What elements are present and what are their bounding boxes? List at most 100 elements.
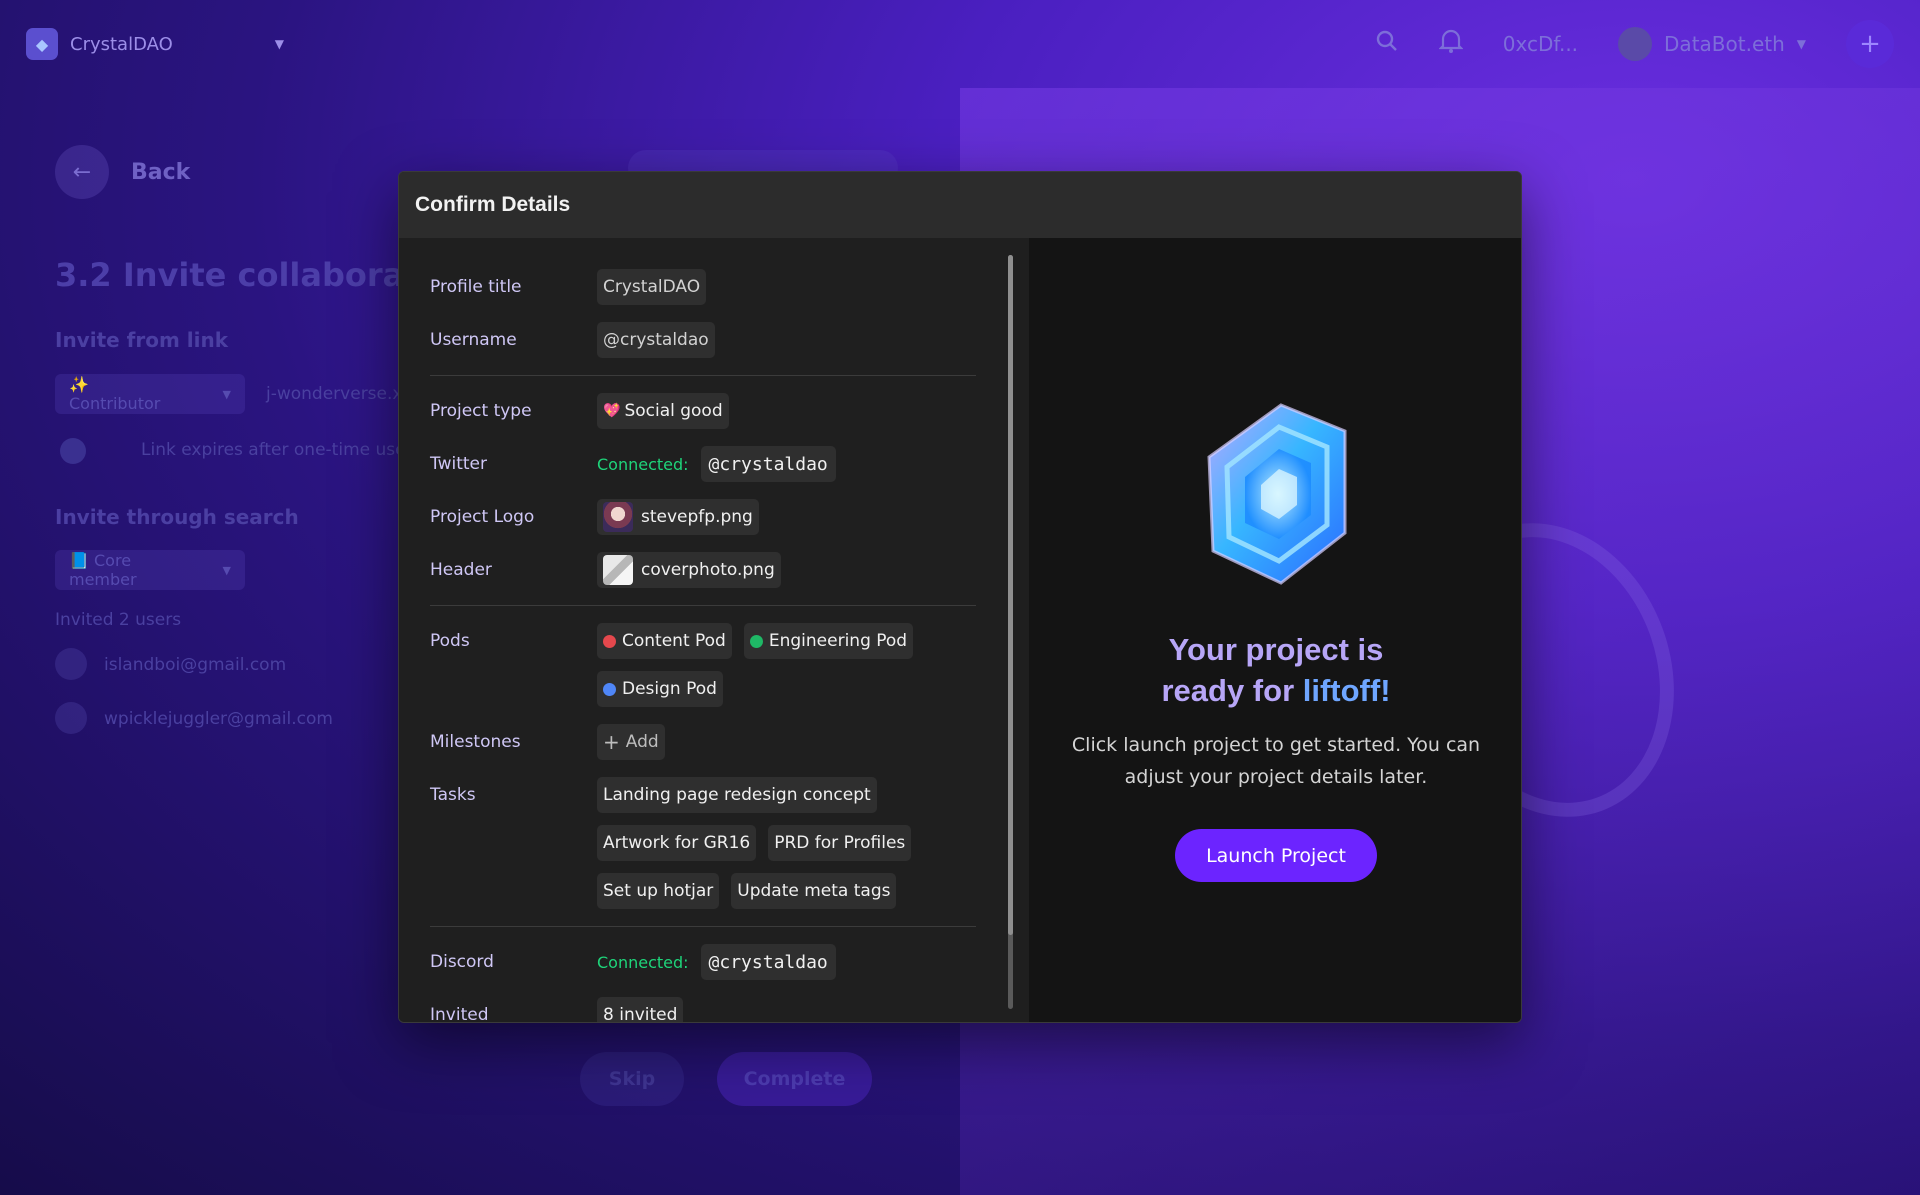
header-filename: coverphoto.png [641,560,775,580]
link-expiry-toggle[interactable] [60,438,86,464]
divider [430,926,976,927]
task-chip: PRD for Profiles [768,825,912,861]
divider [430,605,976,606]
role-label: ✨ Contributor [69,375,161,413]
ready-headline: Your project is ready for liftoff! [1126,629,1426,711]
create-button[interactable]: + [1846,20,1894,68]
chevron-down-icon: ▼ [1796,37,1806,51]
ready-headline-line-2: ready for liftoff! [1126,670,1426,711]
scrollbar-thumb[interactable] [1008,255,1013,935]
add-milestone-button[interactable]: + Add [597,724,665,760]
chevron-down-icon: ▼ [222,563,231,577]
invited-user: islandboi@gmail.com [104,655,287,675]
brand-name: CrystalDAO [70,33,173,55]
back-label: Back [131,159,191,185]
section-heading-link: Invite from link [55,328,229,352]
link-expiry-label: Link expires after one-time use [141,440,406,460]
field-invited: Invited 8 invited [430,997,976,1023]
pod-color-dot [749,634,763,648]
project-logo-file: stevepfp.png [597,499,759,535]
search-icon[interactable] [1375,29,1399,59]
task-chip: Artwork for GR16 [597,825,757,861]
field-label: Discord [430,952,494,972]
logo-thumbnail [603,502,633,532]
task-chip: Landing page redesign concept [597,777,877,813]
pod-chip: Design Pod [597,671,723,707]
field-label: Milestones [430,732,521,752]
discord-status: Connected: [597,952,689,972]
project-type-label: Social good [624,401,723,421]
launch-description: Click launch project to get started. You… [1071,734,1481,788]
avatar [1618,27,1653,61]
field-milestones: Milestones + Add [430,724,976,760]
field-discord: Discord Connected: @crystaldao [430,944,976,980]
profile-title-value: CrystalDAO [597,269,707,305]
field-label: Project type [430,401,532,421]
user-name: DataBot.eth [1664,32,1785,56]
field-project-type: Project type 💖 Social good [430,393,976,429]
skip-button[interactable]: Skip [580,1052,684,1106]
field-profile-title: Profile title CrystalDAO [430,269,976,305]
top-bar: ◆ CrystalDAO ▼ 0xcDf... DataBot.eth ▼ + [0,0,1920,88]
field-tasks: Tasks Landing page redesign concept Artw… [430,777,976,909]
username-value: @crystaldao [597,322,715,358]
bell-icon[interactable] [1438,28,1464,60]
twitter-status: Connected: [597,454,689,474]
field-label: Profile title [430,277,522,297]
chevron-down-icon: ▼ [222,387,231,401]
role-label: 📘 Core member [69,551,137,589]
avatar [55,648,87,680]
role-select-core[interactable]: 📘 Core member ▼ [55,550,245,590]
back-button[interactable]: ← Back [55,145,190,199]
header-file: coverphoto.png [597,552,781,588]
invited-count: Invited 2 users [55,610,182,630]
field-label: Username [430,330,517,350]
chevron-down-icon: ▼ [274,37,285,51]
header-thumbnail [603,555,633,585]
confirm-details-modal: Confirm Details Profile title CrystalDAO… [398,171,1522,1023]
project-type-value: 💖 Social good [597,393,729,429]
pod-color-dot [603,634,616,648]
user-menu[interactable]: DataBot.eth ▼ [1618,27,1806,61]
role-select-contributor[interactable]: ✨ Contributor ▼ [55,374,245,414]
brand-switcher[interactable]: ◆ CrystalDAO ▼ [26,28,284,60]
task-chip: Update meta tags [731,873,897,909]
complete-button[interactable]: Complete [717,1052,872,1106]
details-scroll-area[interactable]: Profile title CrystalDAO Username @cryst… [399,238,1029,1023]
field-header: Header coverphoto.png [430,552,976,588]
scrollbar[interactable] [1008,255,1013,1009]
task-chip: Set up hotjar [597,873,720,909]
pod-chip: Content Pod [597,623,732,659]
launch-panel: Your project is ready for liftoff! Click… [1029,238,1521,1022]
field-label: Project Logo [430,507,535,527]
twitter-handle: @crystaldao [700,446,836,482]
plus-icon: + [603,730,620,754]
avatar [55,702,87,734]
ready-headline-text: Your project is [1168,632,1384,667]
ready-headline-accent: liftoff! [1302,673,1391,708]
field-label: Pods [430,631,470,651]
field-twitter: Twitter Connected: @crystaldao [430,446,976,482]
field-project-logo: Project Logo stevepfp.png [430,499,976,535]
field-label: Invited [430,1005,489,1023]
field-label: Header [430,560,492,580]
project-logo-filename: stevepfp.png [641,507,753,527]
heart-icon: 💖 [603,403,621,419]
pod-name: Design Pod [622,679,717,699]
pod-color-dot [603,682,616,696]
pod-chip: Engineering Pod [743,623,914,659]
section-heading-search: Invite through search [55,505,299,529]
add-label: Add [625,732,659,752]
modal-title: Confirm Details [399,172,1521,238]
invited-user: wpicklejuggler@gmail.com [104,709,333,729]
divider [430,375,976,376]
crystal-gem-icon [1201,401,1351,587]
field-label: Twitter [430,454,487,474]
pod-name: Content Pod [622,631,726,651]
ready-headline-line-1: Your project is [1126,629,1426,670]
discord-handle: @crystaldao [700,944,836,980]
launch-project-button[interactable]: Launch Project [1175,829,1377,882]
field-username: Username @crystaldao [430,322,976,358]
wallet-address[interactable]: 0xcDf... [1503,32,1578,56]
pod-name: Engineering Pod [768,631,908,651]
